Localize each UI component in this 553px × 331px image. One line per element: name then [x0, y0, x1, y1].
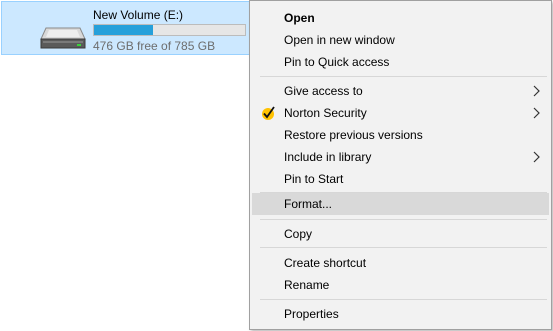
chevron-right-icon: [533, 107, 540, 119]
menu-item-format[interactable]: Format...: [252, 193, 549, 215]
menu-item-pin-to-start[interactable]: Pin to Start: [252, 168, 549, 190]
chevron-right-icon: [533, 151, 540, 163]
menu-item-label: Properties: [284, 307, 339, 321]
menu-item-label: Restore previous versions: [284, 128, 423, 142]
drive-usage-bar: [93, 24, 246, 36]
menu-item-label: Rename: [284, 278, 330, 292]
menu-item-label: Format...: [284, 197, 333, 211]
drive-free-space: 476 GB free of 785 GB: [93, 39, 216, 53]
menu-item-open[interactable]: Open: [252, 7, 549, 29]
drive-name: New Volume (E:): [93, 8, 184, 22]
norton-check-icon: [262, 106, 275, 120]
menu-item-restore-previous-versions[interactable]: Restore previous versions: [252, 124, 549, 146]
menu-item-label: Create shortcut: [284, 256, 367, 270]
menu-item-pin-quick-access[interactable]: Pin to Quick access: [252, 51, 549, 73]
menu-separator: [260, 76, 547, 77]
menu-item-create-shortcut[interactable]: Create shortcut: [252, 252, 549, 274]
menu-separator: [260, 247, 547, 248]
menu-item-open-new-window[interactable]: Open in new window: [252, 29, 549, 51]
hard-drive-icon: [40, 27, 86, 49]
drive-tile[interactable]: New Volume (E:) 476 GB free of 785 GB: [1, 1, 255, 55]
menu-item-label: Give access to: [284, 84, 363, 98]
menu-item-copy[interactable]: Copy: [252, 223, 549, 245]
menu-item-label: Pin to Quick access: [284, 55, 390, 69]
menu-item-give-access[interactable]: Give access to: [252, 80, 549, 102]
menu-item-label: Norton Security: [284, 106, 367, 120]
menu-item-norton-security[interactable]: Norton Security: [252, 102, 549, 124]
menu-separator: [260, 299, 547, 300]
menu-item-label: Copy: [284, 227, 313, 241]
menu-item-properties[interactable]: Properties: [252, 303, 549, 325]
menu-item-label: Pin to Start: [284, 172, 344, 186]
explorer-view: New Volume (E:) 476 GB free of 785 GB Op…: [0, 0, 553, 331]
menu-item-label: Open: [284, 11, 315, 25]
menu-item-include-in-library[interactable]: Include in library: [252, 146, 549, 168]
menu-separator: [260, 219, 547, 220]
drive-usage-fill: [94, 25, 154, 35]
chevron-right-icon: [533, 85, 540, 97]
menu-item-rename[interactable]: Rename: [252, 274, 549, 296]
context-menu: Open Open in new window Pin to Quick acc…: [249, 0, 552, 330]
menu-item-label: Open in new window: [284, 33, 395, 47]
menu-item-label: Include in library: [284, 150, 372, 164]
